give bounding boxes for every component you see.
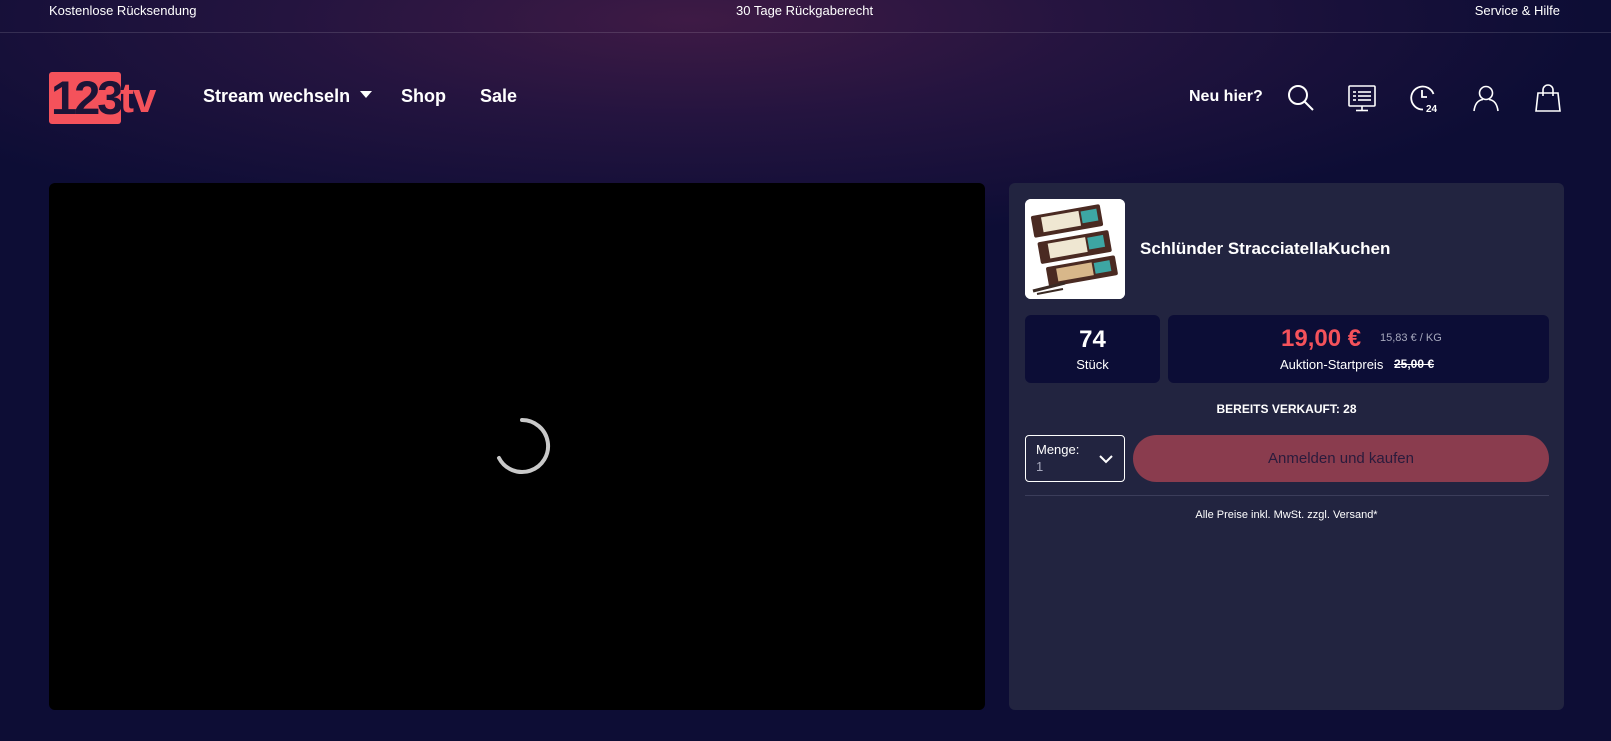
nav-stream-switch[interactable]: Stream wechseln [203, 86, 373, 107]
loading-spinner-icon [497, 417, 551, 474]
price-box: 19,00 € 15,83 € / KG Auktion-Startpreis … [1168, 315, 1549, 383]
divider [1025, 495, 1549, 496]
tv-guide-icon[interactable] [1347, 83, 1377, 113]
logo-number: 123 [51, 71, 123, 124]
stock-unit: Stück [1076, 357, 1109, 372]
stock-count: 74 [1079, 326, 1106, 353]
price-note: Alle Preise inkl. MwSt. zzgl. Versand* [1195, 509, 1378, 521]
user-icon[interactable] [1471, 83, 1501, 113]
free-return-note: Kostenlose Rücksendung [49, 3, 197, 18]
quantity-select[interactable]: Menge: 1 [1025, 435, 1125, 482]
nav-stream-label: Stream wechseln [203, 86, 351, 106]
top-info-bar: Kostenlose Rücksendung 30 Tage Rückgaber… [0, 0, 1611, 33]
quantity-select-label: Menge: [1036, 442, 1080, 457]
start-price: 25,00 € [1394, 357, 1435, 371]
product-title: Schlünder StracciatellaKuchen [1140, 239, 1391, 258]
clock-24-icon[interactable]: 24 [1409, 83, 1439, 113]
sold-count: BEREITS VERKAUFT: 28 [1216, 402, 1357, 416]
quantity-select-value: 1 [1036, 459, 1044, 474]
chevron-down-icon [1099, 455, 1113, 464]
cake-package-icon [1025, 199, 1125, 299]
unit-price: 15,83 € / KG [1380, 332, 1442, 344]
caret-down-icon [360, 91, 373, 98]
new-here-link[interactable]: Neu hier? [1189, 88, 1263, 106]
nav-sale[interactable]: Sale [480, 86, 517, 107]
nav-shop[interactable]: Shop [401, 86, 446, 107]
shopping-bag-icon[interactable] [1533, 83, 1563, 113]
logo[interactable]: 123 tv [49, 72, 161, 124]
product-image[interactable] [1025, 199, 1125, 299]
stock-box: 74 Stück [1025, 315, 1160, 383]
login-and-buy-button[interactable]: Anmelden und kaufen [1133, 435, 1549, 482]
service-help-link[interactable]: Service & Hilfe [1475, 3, 1560, 18]
video-player[interactable] [49, 183, 985, 710]
logo-box: 123 [49, 71, 123, 124]
current-price: 19,00 € [1281, 325, 1362, 352]
start-price-label: Auktion-Startpreis [1280, 357, 1384, 372]
logo-suffix: tv [120, 74, 156, 121]
clock-badge-text: 24 [1426, 104, 1438, 113]
return-policy-note: 30 Tage Rückgaberecht [736, 3, 874, 18]
product-panel: Schlünder StracciatellaKuchen 74 Stück 1… [1009, 183, 1564, 710]
search-icon[interactable] [1286, 83, 1316, 113]
